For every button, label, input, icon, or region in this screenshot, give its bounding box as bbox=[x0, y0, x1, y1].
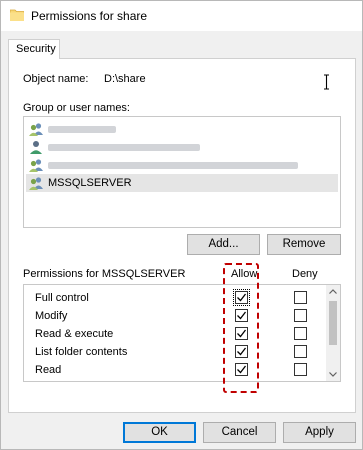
permission-name: Modify bbox=[35, 310, 68, 322]
user-name-redacted bbox=[48, 162, 298, 169]
group-user-list[interactable]: MSSQLSERVER bbox=[23, 116, 341, 228]
title-bar: Permissions for share bbox=[1, 1, 362, 31]
user-name-redacted bbox=[48, 126, 116, 133]
user-row[interactable] bbox=[26, 120, 338, 138]
user-name-redacted bbox=[48, 144, 200, 151]
user-row[interactable] bbox=[26, 138, 338, 156]
deny-checkbox[interactable] bbox=[294, 309, 307, 322]
permission-name: Full control bbox=[35, 292, 89, 304]
scroll-down-icon[interactable] bbox=[326, 367, 340, 381]
window-title: Permissions for share bbox=[31, 9, 148, 23]
user-name: MSSQLSERVER bbox=[48, 177, 132, 189]
user-icon bbox=[30, 141, 42, 154]
apply-button[interactable]: Apply bbox=[283, 422, 356, 443]
scroll-up-icon[interactable] bbox=[326, 285, 340, 299]
deny-checkbox[interactable] bbox=[294, 363, 307, 376]
permissions-label: Permissions for MSSQLSERVER bbox=[23, 268, 186, 280]
permission-name: Read & execute bbox=[35, 328, 114, 340]
object-name-label: Object name: bbox=[23, 73, 89, 85]
permissions-scrollbar[interactable] bbox=[326, 285, 340, 381]
remove-button[interactable]: Remove bbox=[267, 234, 341, 255]
folder-icon bbox=[10, 9, 24, 21]
ok-button[interactable]: OK bbox=[123, 422, 196, 443]
permission-row-partial bbox=[24, 379, 324, 382]
permission-name: List folder contents bbox=[35, 346, 128, 358]
add-button[interactable]: Add... bbox=[187, 234, 260, 255]
cancel-button[interactable]: Cancel bbox=[203, 422, 276, 443]
text-cursor-icon bbox=[324, 74, 329, 90]
users-icon bbox=[29, 159, 43, 172]
permission-row-modify: Modify bbox=[24, 307, 324, 325]
permission-row-read: Read bbox=[24, 361, 324, 379]
permissions-dialog: Permissions for share Security Object na… bbox=[0, 0, 363, 450]
deny-checkbox[interactable] bbox=[294, 345, 307, 358]
user-row[interactable] bbox=[26, 156, 338, 174]
tab-security[interactable]: Security bbox=[8, 39, 60, 59]
user-row-mssqlserver[interactable]: MSSQLSERVER bbox=[26, 174, 338, 192]
deny-checkbox[interactable] bbox=[294, 381, 307, 382]
deny-checkbox[interactable] bbox=[294, 327, 307, 340]
permission-row-read-execute: Read & execute bbox=[24, 325, 324, 343]
scroll-thumb[interactable] bbox=[329, 301, 337, 345]
group-names-label: Group or user names: bbox=[23, 102, 130, 114]
permission-name: Read bbox=[35, 364, 62, 376]
deny-checkbox[interactable] bbox=[294, 291, 307, 304]
deny-column-header: Deny bbox=[292, 268, 318, 280]
users-icon bbox=[29, 123, 43, 136]
permission-row-list-folder-contents: List folder contents bbox=[24, 343, 324, 361]
object-name-value: D:\share bbox=[104, 73, 146, 85]
allow-column-highlight bbox=[223, 263, 259, 393]
tab-security-label: Security bbox=[16, 43, 56, 55]
users-icon bbox=[29, 177, 43, 190]
permission-row-full-control: Full control bbox=[24, 289, 324, 307]
permissions-list: Full control Modify Read & execute List … bbox=[23, 284, 341, 382]
